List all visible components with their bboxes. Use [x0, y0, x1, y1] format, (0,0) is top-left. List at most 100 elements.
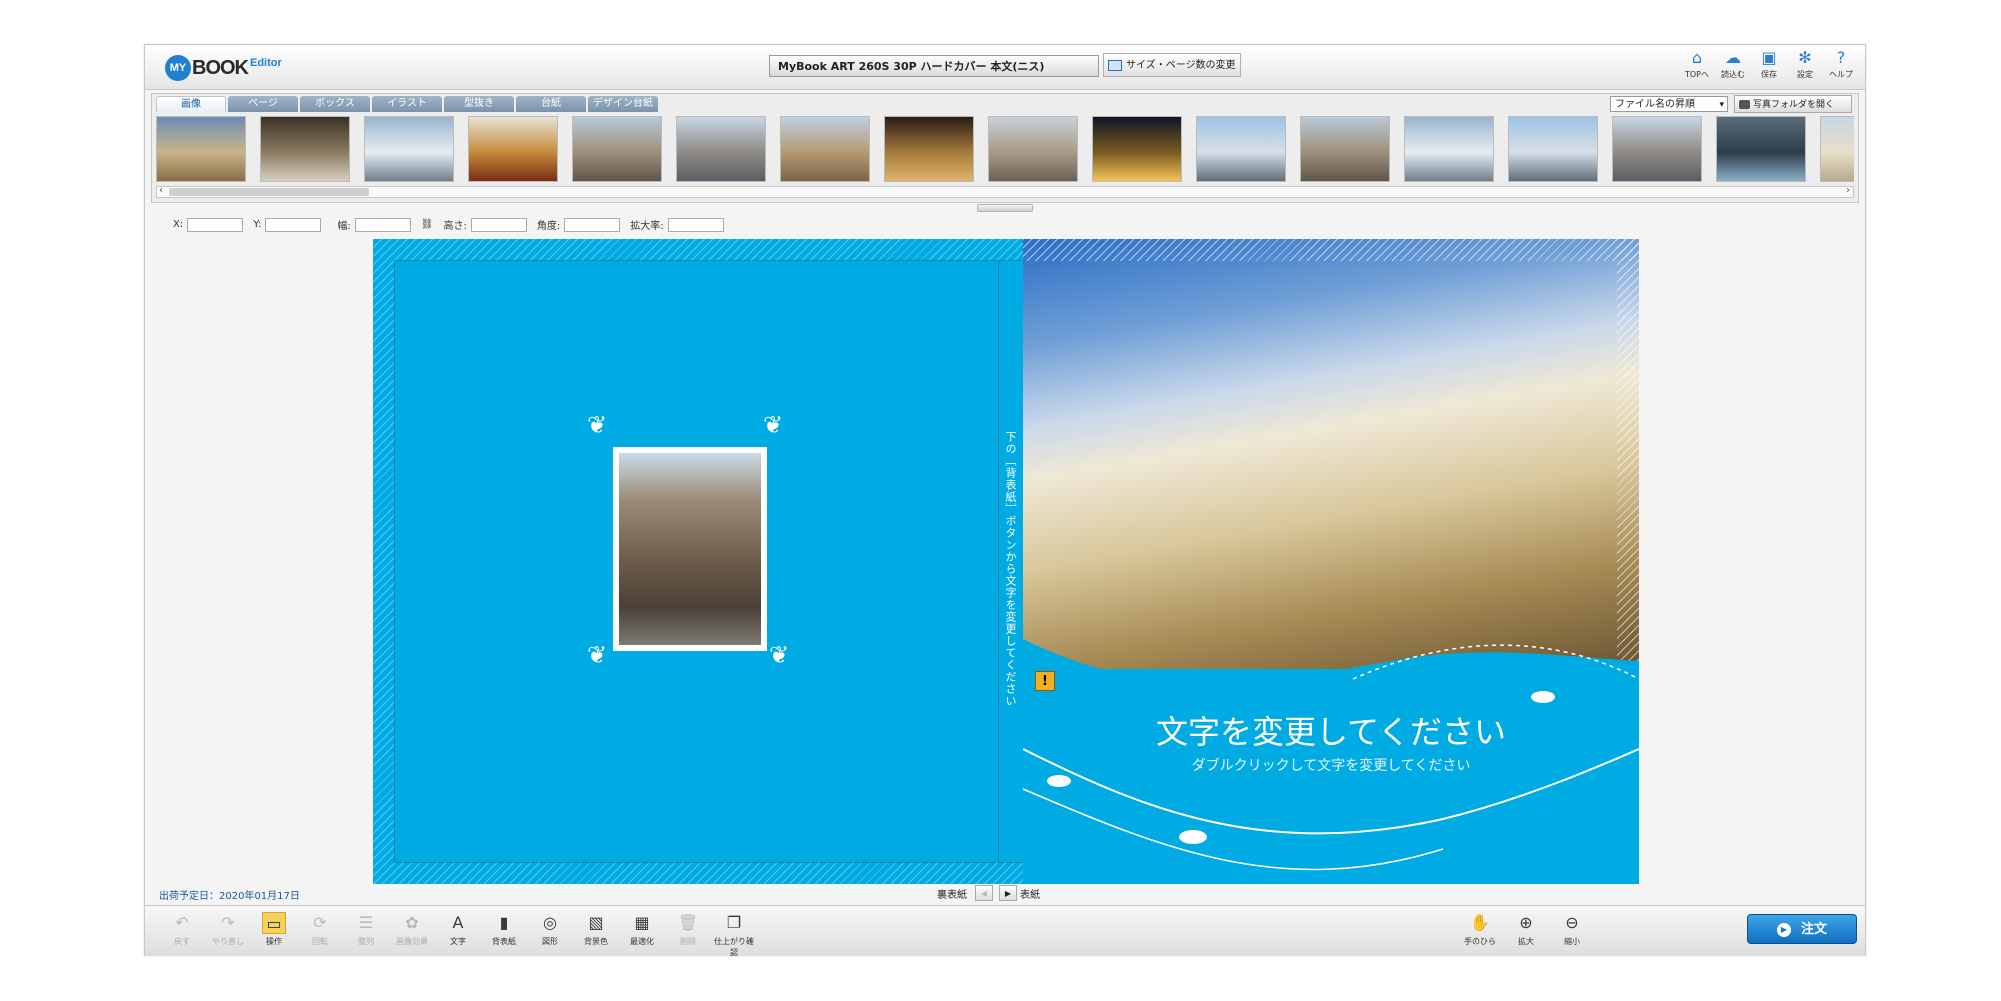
ornament-bottom-right-icon: ❦: [769, 641, 790, 669]
tool-label: 戻す: [174, 937, 190, 946]
thumbnail-scrollbar[interactable]: ‹ ›: [156, 185, 1854, 198]
book-cover-canvas[interactable]: 下の［背表紙］ボタンから文字を変更してください ❦ ❦ ❦ ❦ ! 文字を変更し…: [373, 239, 1639, 884]
tool-label: 整列: [358, 937, 374, 946]
zoom-out-tool[interactable]: ⊖ 縮小: [1549, 912, 1595, 947]
text-icon: A: [452, 913, 464, 932]
tool-label: 削除: [680, 937, 696, 946]
cover-title-text[interactable]: 文字を変更してください: [1023, 707, 1639, 753]
tool-label: 文字: [450, 937, 466, 946]
photo-thumbnail[interactable]: [156, 116, 246, 182]
spine-icon: ▮: [499, 913, 509, 932]
product-title: MyBook ART 260S 30P ハードカバー 本文(ニス): [769, 55, 1099, 77]
operate-icon: ▭: [262, 912, 286, 934]
x-input[interactable]: [187, 217, 244, 232]
nav-label: TOPへ: [1684, 70, 1709, 79]
photo-thumbnail[interactable]: [884, 116, 974, 182]
photo-thumbnail[interactable]: [676, 116, 766, 182]
tab-6[interactable]: デザイン台紙: [588, 96, 658, 112]
tab-0[interactable]: 画像: [156, 96, 226, 112]
photo-thumbnail[interactable]: [988, 116, 1078, 182]
rotate-icon: ⟳: [313, 913, 327, 932]
y-label: Y:: [253, 219, 262, 230]
bg-color-tool[interactable]: ▧ 背景色: [573, 912, 619, 958]
tool-label: 手のひら: [1464, 937, 1496, 946]
shape-tool[interactable]: ◎ 図形: [527, 912, 573, 958]
order-label: 注文: [1800, 922, 1827, 937]
play-icon: ▶: [1776, 922, 1791, 937]
height-label: 高さ:: [443, 221, 467, 232]
tab-1[interactable]: ページ: [228, 96, 298, 112]
photo-thumbnail[interactable]: [1508, 116, 1598, 182]
redo-tool: ↷ やり直し: [205, 912, 251, 958]
image-effect-tool: ✿ 画像効果: [389, 912, 435, 958]
angle-input[interactable]: [564, 217, 621, 232]
open-photo-folder-button[interactable]: 写真フォルダを開く: [1734, 95, 1852, 113]
photo-thumbnail[interactable]: [572, 116, 662, 182]
photo-thumbnail[interactable]: [1092, 116, 1182, 182]
warning-icon[interactable]: !: [1035, 671, 1055, 691]
photo-thumbnail[interactable]: [1716, 116, 1806, 182]
panel-collapse-handle[interactable]: [977, 204, 1033, 212]
order-button[interactable]: ▶ 注文: [1747, 914, 1857, 944]
hand-tool[interactable]: ✋ 手のひら: [1457, 912, 1503, 947]
text-tool[interactable]: A 文字: [435, 912, 481, 958]
size-change-label: サイズ・ページ数の変更: [1126, 60, 1236, 71]
cover-subtitle-text[interactable]: ダブルクリックして文字を変更してください: [1023, 755, 1639, 775]
photo-thumbnail[interactable]: [1612, 116, 1702, 182]
nav-home[interactable]: ⌂ TOPへ: [1683, 49, 1711, 80]
nav-gear[interactable]: ✻ 設定: [1791, 49, 1819, 80]
spine-area[interactable]: 下の［背表紙］ボタンから文字を変更してください: [998, 261, 1024, 862]
photo-thumbnail[interactable]: [1196, 116, 1286, 182]
photo-thumbnail[interactable]: [468, 116, 558, 182]
photo-thumbnail[interactable]: [1404, 116, 1494, 182]
bottom-toolbar: ↶ 戻す ↷ やり直し ▭ 操作 ⟳ 回転 ☰ 整列 ✿ 画像効果 A 文字 ▮ 背表紙 ◎ 図形 ▧ 背景色 ▦ 最適化…: [145, 905, 1865, 958]
editor-window: MY BOOK Editor MyBook ART 260S 30P ハードカバ…: [144, 44, 1866, 958]
scroll-left-icon[interactable]: ‹: [159, 185, 163, 196]
photo-thumbnail[interactable]: [1300, 116, 1390, 182]
tab-2[interactable]: ボックス: [300, 96, 370, 112]
aspect-lock-icon[interactable]: ⛓: [421, 219, 434, 230]
y-input[interactable]: [265, 217, 322, 232]
view-tools: ✋ 手のひら ⊕ 拡大 ⊖ 縮小: [1457, 912, 1595, 947]
size-change-button[interactable]: サイズ・ページ数の変更: [1103, 53, 1241, 77]
x-label: X:: [173, 219, 184, 230]
photo-thumbnail[interactable]: [260, 116, 350, 182]
height-input[interactable]: [470, 217, 527, 232]
next-page-icon[interactable]: ▶: [999, 885, 1017, 901]
tool-label: やり直し: [212, 937, 244, 946]
spine-tool[interactable]: ▮ 背表紙: [481, 912, 527, 958]
sort-select[interactable]: ファイル名の昇順 ▾: [1610, 96, 1728, 112]
front-cover-label[interactable]: 表紙: [1020, 886, 1040, 901]
zoom-in-tool[interactable]: ⊕ 拡大: [1503, 912, 1549, 947]
back-cover-label[interactable]: 裏表紙: [937, 886, 967, 901]
nav-label: 設定: [1797, 70, 1813, 79]
nav-label: ヘルプ: [1829, 70, 1853, 79]
photo-thumbnail[interactable]: [364, 116, 454, 182]
nav-help[interactable]: ? ヘルプ: [1827, 49, 1855, 80]
tool-label: 背表紙: [492, 937, 516, 946]
tab-3[interactable]: イラスト: [372, 96, 442, 112]
delete-tool: 🗑 削除: [665, 912, 711, 958]
back-cover-photo-frame[interactable]: [613, 447, 767, 651]
nav-save[interactable]: ▣ 保存: [1755, 49, 1783, 80]
mybook-logo[interactable]: MY BOOK Editor: [165, 53, 282, 83]
scrollbar-thumb[interactable]: [169, 188, 369, 196]
tool-label: 拡大: [1518, 937, 1534, 946]
camera-icon: [1739, 100, 1750, 109]
photo-thumbnail[interactable]: [780, 116, 870, 182]
tab-4[interactable]: 型抜き: [444, 96, 514, 112]
open-folder-label: 写真フォルダを開く: [1753, 100, 1835, 110]
tool-label: 仕上がり確認: [714, 937, 754, 957]
operate-tool[interactable]: ▭ 操作: [251, 912, 297, 958]
back-cover-photo[interactable]: [619, 453, 761, 645]
width-input[interactable]: [354, 217, 411, 232]
zoom-input[interactable]: [667, 217, 724, 232]
photo-thumbnail[interactable]: [1820, 116, 1854, 182]
preview-tool[interactable]: ❐ 仕上がり確認: [711, 912, 757, 958]
optimize-tool[interactable]: ▦ 最適化: [619, 912, 665, 958]
nav-load[interactable]: ☁ 読込む: [1719, 49, 1747, 80]
prev-page-icon[interactable]: ◀: [975, 885, 993, 901]
tab-5[interactable]: 台紙: [516, 96, 586, 112]
shape-icon: ◎: [543, 913, 557, 932]
scroll-right-icon[interactable]: ›: [1846, 185, 1850, 196]
